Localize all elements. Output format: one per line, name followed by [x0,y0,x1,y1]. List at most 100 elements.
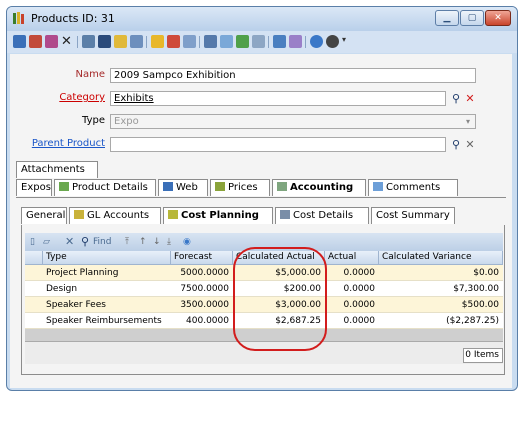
cell-type[interactable]: Speaker Reimbursements [43,313,171,329]
title-bar[interactable]: Products ID: 31 ▁ ▢ ✕ [7,7,517,31]
clear-category-icon[interactable]: ✕ [463,92,477,105]
copy-icon[interactable] [220,35,233,48]
move-down-icon[interactable]: ↓ [153,236,161,248]
cell-type[interactable]: Project Planning [43,265,171,281]
toolbar-overflow-icon[interactable]: ▾ [342,35,350,48]
row-indicator-header [25,251,43,265]
save-and-new-icon[interactable] [29,35,42,48]
cell-actual[interactable]: 0.0000 [325,313,379,329]
tabs-row-3: General GL Accounts Cost Planning Cost D… [21,207,505,226]
cell-type[interactable]: Design [43,281,171,297]
tab-label: Cost Details [293,210,354,221]
find-icon[interactable] [98,35,111,48]
cell-forecast[interactable]: 7500.0000 [171,281,233,297]
parent-product-link[interactable]: Parent Product [10,138,105,149]
binoculars-icon[interactable]: ⚲ [449,138,463,151]
cell-calculated-variance[interactable]: $7,300.00 [379,281,503,297]
tab-expos[interactable]: Expos [16,179,52,196]
move-bottom-icon[interactable]: ⤓ [167,236,171,248]
tab-cost-details[interactable]: Cost Details [275,207,369,224]
main-toolbar: ✕ ▾ [7,31,517,53]
cell-actual[interactable]: 0.0000 [325,297,379,313]
toolbar-separator [199,36,200,48]
cell-calculated-variance[interactable]: ($2,287.25) [379,313,503,329]
delete-icon[interactable]: ✕ [61,35,74,48]
tab-general[interactable]: General [21,207,67,224]
close-window-button[interactable]: ✕ [485,10,511,26]
split-icon[interactable] [204,35,217,48]
open-item-icon[interactable]: ▱ [43,236,50,248]
tab-comments[interactable]: Comments [368,179,458,196]
tab-product-details[interactable]: Product Details [54,179,156,196]
type-dropdown-icon: ▾ [465,117,470,126]
help-icon[interactable]: ◉ [183,236,191,248]
tab-label: Prices [228,182,258,193]
cell-type[interactable]: Speaker Fees [43,297,171,313]
type-field: Expo [110,114,476,129]
tab-cost-summary[interactable]: Cost Summary [371,207,455,224]
category-link[interactable]: Category [10,92,105,103]
move-up-icon[interactable]: ↑ [139,236,147,248]
tab-web[interactable]: Web [158,179,208,196]
find-button[interactable]: Find [93,236,111,248]
remove-icon[interactable] [167,35,180,48]
help-icon[interactable] [310,35,323,48]
move-top-icon[interactable]: ⤒ [125,236,129,248]
products-window: Products ID: 31 ▁ ▢ ✕ ✕ ▾ Name 2009 Samp… [6,6,518,391]
note-icon[interactable] [289,35,302,48]
tab-gl-accounts[interactable]: GL Accounts [69,207,161,224]
maximize-button[interactable]: ▢ [460,10,484,26]
info-icon[interactable] [326,35,339,48]
column-header-type[interactable]: Type [43,251,171,265]
column-header-actual[interactable]: Actual [325,251,379,265]
tab-attachments[interactable]: Attachments [16,161,98,178]
print-icon[interactable] [82,35,95,48]
cost-planning-icon [168,210,178,219]
wizard-icon[interactable] [151,35,164,48]
binoculars-icon[interactable]: ⚲ [449,92,463,105]
cell-forecast[interactable]: 3500.0000 [171,297,233,313]
save-and-close-icon[interactable] [45,35,58,48]
refresh-icon[interactable] [236,35,249,48]
name-field[interactable]: 2009 Sampco Exhibition [110,68,476,83]
folder-icon[interactable] [114,35,127,48]
tab-label: Attachments [21,164,85,175]
window-icon[interactable] [183,35,196,48]
category-field[interactable]: Exhibits [110,91,446,106]
leaf-icon [59,182,69,191]
link-icon[interactable] [273,35,286,48]
tabs-row-2: Expos Product Details Web Prices Account… [16,179,506,198]
cell-calculated-variance[interactable]: $500.00 [379,297,503,313]
cell-actual[interactable]: 0.0000 [325,281,379,297]
cell-calculated-variance[interactable]: $0.00 [379,265,503,281]
tab-label: Cost Planning [181,210,259,221]
products-app-icon [13,12,24,24]
window-title: Products ID: 31 [31,12,115,25]
clear-parent-icon[interactable]: ✕ [463,138,477,151]
tab-label: GL Accounts [87,210,150,221]
options-icon[interactable] [252,35,265,48]
toolbar-separator [146,36,147,48]
find-binoculars-icon[interactable]: ⚲ [81,236,89,248]
new-item-icon[interactable]: ▯ [30,236,35,248]
tab-cost-planning[interactable]: Cost Planning [163,207,273,224]
tab-accounting[interactable]: Accounting [272,179,366,196]
tab-label: General [26,210,66,221]
tab-prices[interactable]: Prices [210,179,270,196]
column-header-calculated-variance[interactable]: Calculated Variance [379,251,503,265]
save-icon[interactable] [13,35,26,48]
tab-label: Comments [386,182,441,193]
minimize-button[interactable]: ▁ [435,10,459,26]
cell-forecast[interactable]: 5000.0000 [171,265,233,281]
prices-icon [215,182,225,191]
cost-details-icon [280,210,290,219]
list-icon[interactable] [130,35,143,48]
type-label: Type [82,115,105,126]
cell-actual[interactable]: 0.0000 [325,265,379,281]
cell-forecast[interactable]: 400.0000 [171,313,233,329]
parent-product-field[interactable] [110,137,446,152]
column-header-forecast[interactable]: Forecast [171,251,233,265]
tab-label: Web [176,182,198,193]
comments-icon [373,182,383,191]
delete-item-icon[interactable]: ✕ [65,236,74,248]
